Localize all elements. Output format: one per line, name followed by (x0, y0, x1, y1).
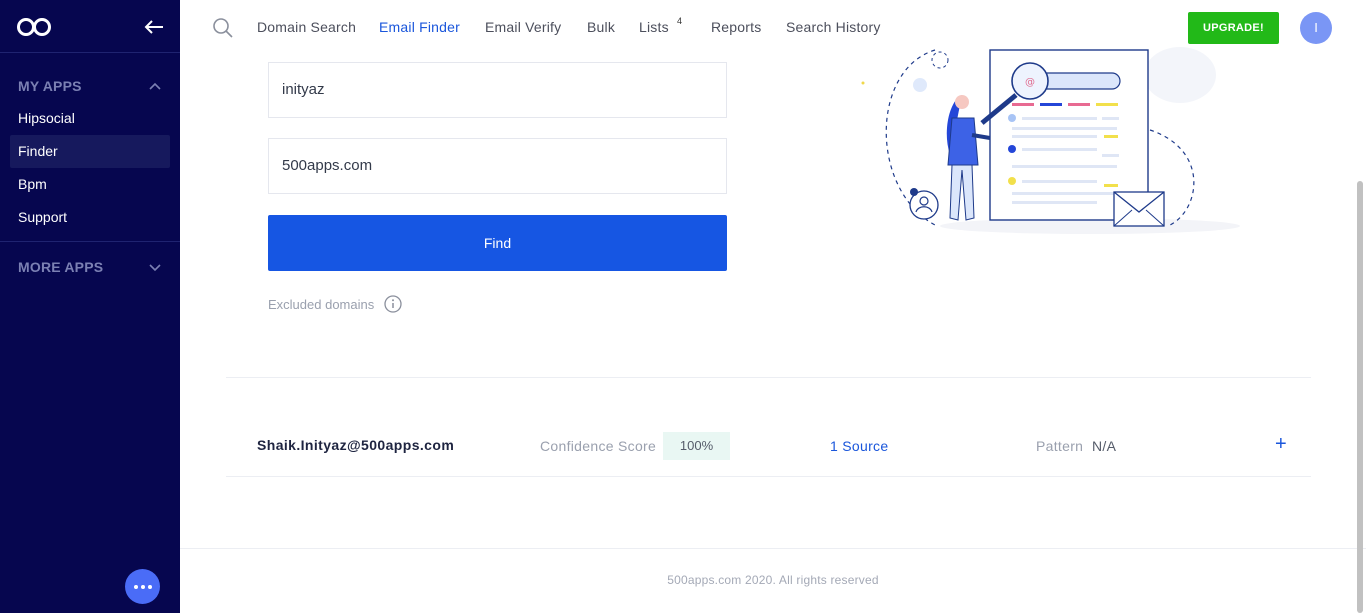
section-divider (226, 476, 1311, 477)
section-divider (226, 377, 1311, 378)
infinity-logo-icon[interactable] (16, 14, 52, 40)
more-dots-icon[interactable] (125, 569, 160, 604)
confidence-score-value: 100% (663, 432, 730, 460)
search-icon[interactable] (212, 17, 234, 39)
chevron-up-icon[interactable] (148, 81, 162, 91)
nav-reports[interactable]: Reports (711, 19, 761, 35)
domain-input[interactable]: 500apps.com (268, 138, 727, 194)
lists-count-badge: 4 (677, 16, 683, 26)
sidebar-divider (0, 52, 180, 53)
page-scrollbar[interactable] (1357, 181, 1363, 613)
svg-text:@: @ (1025, 77, 1035, 88)
nav-lists[interactable]: Lists (639, 19, 669, 35)
avatar[interactable]: I (1300, 12, 1332, 44)
sidebar: MY APPS Hipsocial Finder Bpm Support MOR… (0, 0, 180, 613)
nav-domain-search[interactable]: Domain Search (257, 19, 356, 35)
sidebar-item-bpm[interactable]: Bpm (10, 168, 170, 201)
arrow-left-icon[interactable] (142, 14, 166, 40)
more-apps-header[interactable]: MORE APPS (18, 259, 103, 275)
footer-copyright: 500apps.com 2020. All rights reserved (667, 573, 879, 587)
sidebar-divider (0, 241, 180, 242)
email-finder-illustration: @ (861, 47, 1240, 234)
info-icon[interactable] (384, 295, 402, 313)
sidebar-item-support[interactable]: Support (10, 201, 170, 234)
result-email[interactable]: Shaik.Inityaz@500apps.com (257, 437, 454, 453)
nav-bulk[interactable]: Bulk (587, 19, 615, 35)
my-apps-header[interactable]: MY APPS (18, 78, 82, 94)
nav-search-history[interactable]: Search History (786, 19, 881, 35)
confidence-score-label: Confidence Score (540, 438, 657, 454)
sidebar-item-hipsocial[interactable]: Hipsocial (10, 102, 170, 135)
excluded-domains-label[interactable]: Excluded domains (268, 297, 374, 312)
chevron-down-icon[interactable] (148, 263, 162, 273)
find-button[interactable]: Find (268, 215, 727, 271)
footer-divider (180, 548, 1366, 549)
pattern-value: N/A (1092, 438, 1117, 454)
name-input[interactable]: inityaz (268, 62, 727, 118)
sidebar-item-finder[interactable]: Finder (10, 135, 170, 168)
expand-plus-icon[interactable]: + (1275, 433, 1287, 456)
sources-link[interactable]: 1 Source (830, 438, 888, 454)
pattern-label: Pattern (1036, 438, 1084, 454)
nav-email-verify[interactable]: Email Verify (485, 19, 561, 35)
nav-email-finder[interactable]: Email Finder (379, 19, 460, 35)
